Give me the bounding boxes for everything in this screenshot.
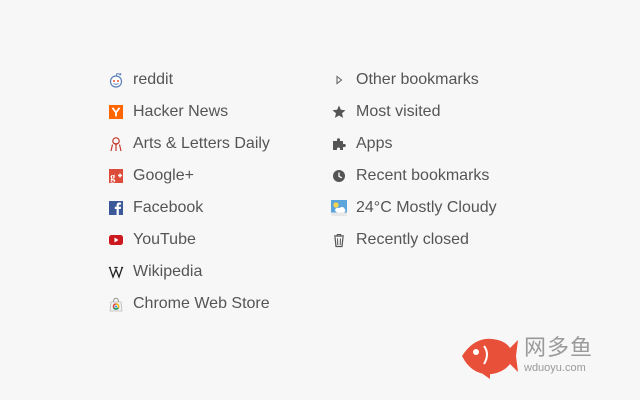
puzzle-piece-icon bbox=[331, 136, 347, 152]
bookmark-hacker-news[interactable]: Hacker News bbox=[108, 96, 318, 128]
bookmark-youtube[interactable]: YouTube bbox=[108, 224, 318, 256]
bookmark-label: Google+ bbox=[133, 167, 194, 184]
bookmark-facebook[interactable]: Facebook bbox=[108, 192, 318, 224]
clock-icon bbox=[331, 168, 347, 184]
menu-item-label: Recent bookmarks bbox=[356, 167, 490, 184]
bookmark-label: Hacker News bbox=[133, 103, 229, 120]
bookmark-wikipedia[interactable]: Wikipedia bbox=[108, 256, 318, 288]
bookmark-label: Chrome Web Store bbox=[133, 295, 270, 312]
menu-item-other-bookmarks[interactable]: Other bookmarks bbox=[331, 64, 551, 96]
bookmark-label: Wikipedia bbox=[133, 263, 203, 280]
google-plus-icon: g bbox=[108, 168, 124, 184]
fish-logo-icon bbox=[462, 338, 518, 379]
menu-item-label: Most visited bbox=[356, 103, 441, 120]
bookmark-label: YouTube bbox=[133, 231, 196, 248]
bookmark-label: Arts & Letters Daily bbox=[133, 135, 270, 152]
star-icon bbox=[331, 104, 347, 120]
menu-item-weather[interactable]: 24°C Mostly Cloudy bbox=[331, 192, 551, 224]
menu-item-apps[interactable]: Apps bbox=[331, 128, 551, 160]
watermark-brand: 网多鱼 bbox=[524, 336, 594, 361]
trash-can-icon bbox=[331, 232, 347, 248]
menu-item-label: 24°C Mostly Cloudy bbox=[356, 199, 497, 216]
bookmark-reddit[interactable]: reddit bbox=[108, 64, 318, 96]
menu-item-label: Other bookmarks bbox=[356, 71, 479, 88]
bookmarks-list: reddit Hacker News Arts & Letters Daily … bbox=[108, 64, 318, 320]
bookmark-chrome-web-store[interactable]: Chrome Web Store bbox=[108, 288, 318, 320]
reddit-alien-icon bbox=[108, 72, 124, 88]
hacker-news-icon bbox=[108, 104, 124, 120]
bookmark-google-plus[interactable]: g Google+ bbox=[108, 160, 318, 192]
menu-item-label: Recently closed bbox=[356, 231, 469, 248]
watermark: 网多鱼 wduoyu.com bbox=[460, 332, 630, 380]
chrome-web-store-icon bbox=[108, 296, 124, 312]
menu-item-recent-bookmarks[interactable]: Recent bookmarks bbox=[331, 160, 551, 192]
youtube-icon bbox=[108, 232, 124, 248]
bookmark-label: reddit bbox=[133, 71, 174, 88]
svg-text:g: g bbox=[110, 172, 115, 183]
menu-item-recently-closed[interactable]: Recently closed bbox=[331, 224, 551, 256]
bookmark-arts-letters-daily[interactable]: Arts & Letters Daily bbox=[108, 128, 318, 160]
weather-partly-cloudy-icon bbox=[331, 200, 347, 216]
bookmark-label: Facebook bbox=[133, 199, 204, 216]
menu-item-most-visited[interactable]: Most visited bbox=[331, 96, 551, 128]
facebook-icon bbox=[108, 200, 124, 216]
wikipedia-icon bbox=[108, 264, 124, 280]
menu-list: Other bookmarks Most visited Apps Recent… bbox=[331, 64, 551, 256]
arts-letters-daily-icon bbox=[108, 136, 124, 152]
watermark-url: wduoyu.com bbox=[524, 362, 586, 374]
triangle-right-icon bbox=[331, 72, 347, 88]
menu-item-label: Apps bbox=[356, 135, 393, 152]
